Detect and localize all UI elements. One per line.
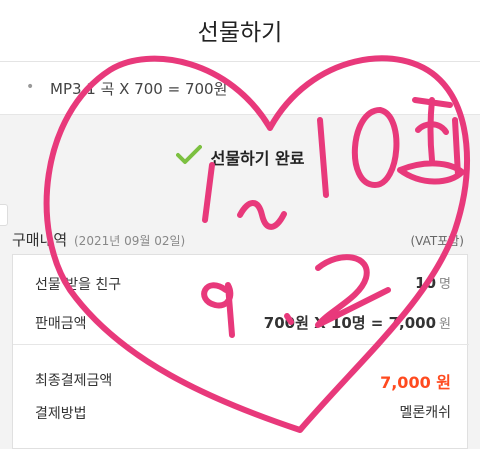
total-value: 7,000 원 — [380, 369, 451, 393]
page-title: 선물하기 — [197, 20, 283, 46]
purchase-date: (2021년 09월 02일) — [74, 234, 186, 248]
purchase-details-card: 선물 받을 친구 10 명 판매금액 700원 X 10명 = 7,000 원 최종… — [12, 254, 469, 449]
purchase-header: 구매내역 (2021년 09월 02일) (VAT포함) — [12, 228, 468, 250]
total-row: 최종결제금액 7,000 원 — [13, 364, 469, 394]
page-header: 선물하기 — [0, 0, 480, 62]
price-value: 700원 X 10명 = 7,000 원 — [264, 312, 451, 333]
total-label: 최종결제금액 — [35, 373, 113, 389]
completion-status: 선물하기 완료 — [0, 144, 480, 174]
price-label: 판매금액 — [35, 316, 87, 332]
side-tab-edge — [0, 204, 8, 226]
payment-method-label: 결제방법 — [35, 406, 87, 422]
gift-item-row: • MP3 1 곡 X 700 = 700원 — [0, 62, 480, 114]
recipient-label: 선물 받을 친구 — [35, 277, 122, 293]
bullet-icon: • — [26, 79, 35, 95]
payment-method-row: 결제방법 멜론캐쉬 — [13, 397, 469, 427]
vat-note: (VAT포함) — [410, 234, 465, 248]
recipient-count: 10 — [415, 274, 437, 292]
recipient-row: 선물 받을 친구 10 명 — [13, 268, 469, 298]
check-icon — [175, 144, 202, 170]
payment-method-value: 멜론캐쉬 — [399, 405, 451, 421]
price-formula: 700원 X 10명 = 7,000 — [263, 314, 437, 332]
price-unit: 원 — [439, 317, 451, 332]
gift-item-text: MP3 1 곡 X 700 = 700원 — [50, 80, 228, 98]
completion-text: 선물하기 완료 — [210, 149, 305, 168]
card-divider — [13, 344, 469, 345]
total-amount: 7,000 원 — [380, 373, 451, 392]
recipient-unit: 명 — [439, 277, 451, 292]
recipient-value: 10 명 — [415, 273, 451, 292]
purchase-title: 구매내역 — [12, 231, 68, 249]
price-row: 판매금액 700원 X 10명 = 7,000 원 — [13, 307, 469, 337]
